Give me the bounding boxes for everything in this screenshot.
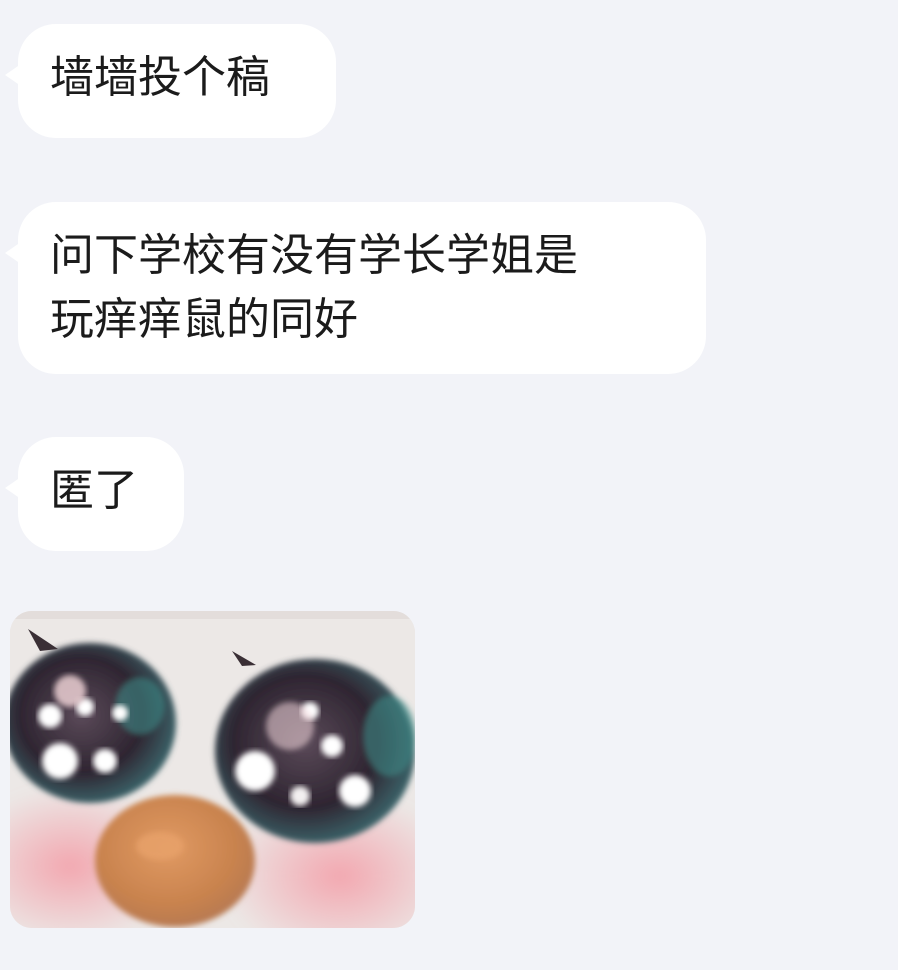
- message-bubble[interactable]: 匿了: [5, 437, 184, 551]
- message-bubble[interactable]: 墙墙投个稿: [5, 24, 336, 138]
- crying-eyes-sticker-icon: [10, 611, 415, 928]
- sticker-image[interactable]: [10, 611, 415, 928]
- message-bubble[interactable]: 问下学校有没有学长学姐是 玩痒痒鼠的同好: [5, 202, 706, 374]
- chat-area: 墙墙投个稿 问下学校有没有学长学姐是 玩痒痒鼠的同好 匿了: [0, 0, 898, 970]
